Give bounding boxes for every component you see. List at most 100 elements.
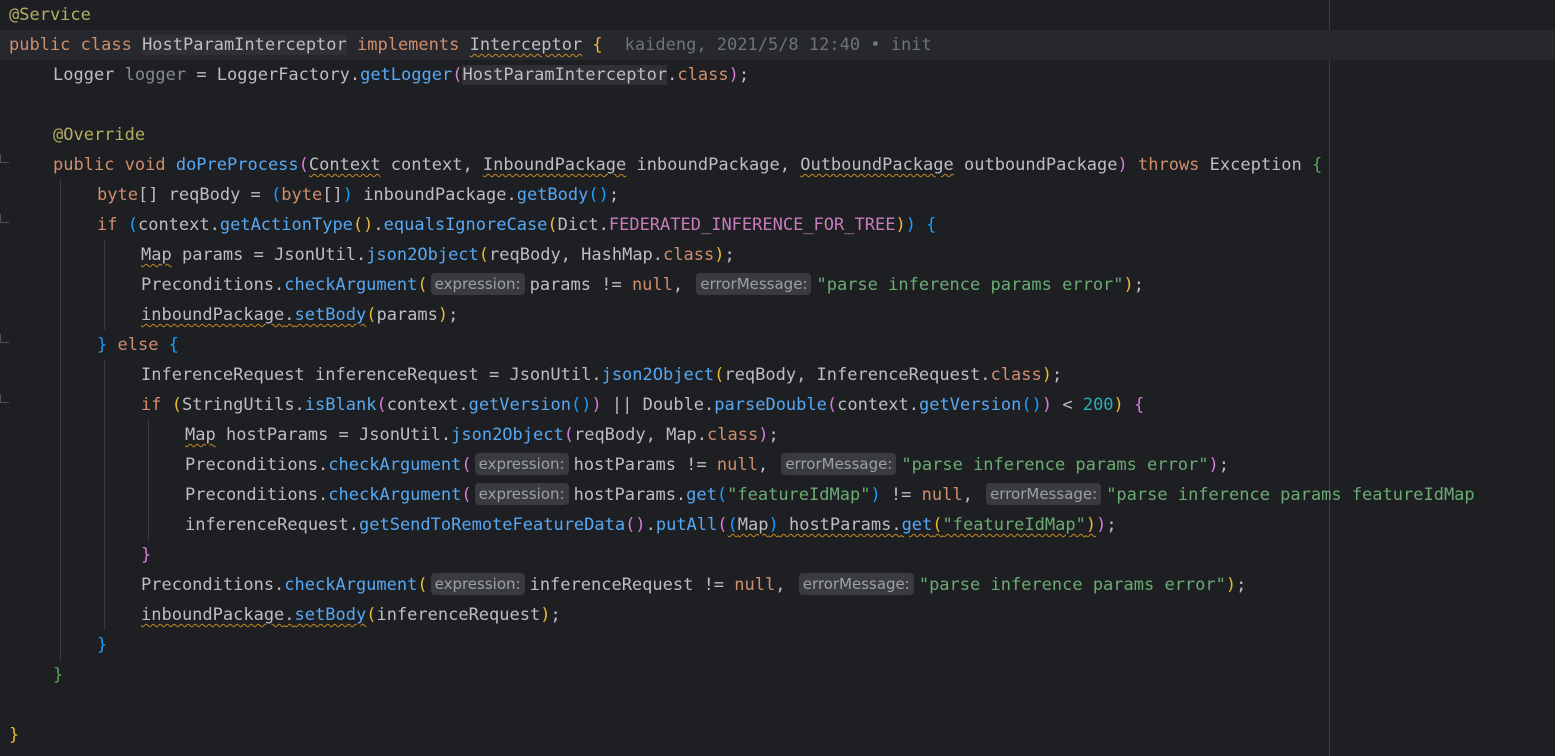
code-token: { <box>582 35 603 55</box>
code-token: 200 <box>1082 395 1114 415</box>
code-token: { <box>168 335 179 355</box>
code-token: OutboundPackage <box>800 155 954 175</box>
parameter-hint: errorMessage: <box>696 273 812 295</box>
indent-guide <box>104 420 105 450</box>
fold-marker-icon[interactable] <box>0 334 9 343</box>
code-token: ) <box>1041 395 1053 415</box>
code-line[interactable]: if (context.getActionType().equalsIgnore… <box>0 210 1555 240</box>
code-line[interactable]: Preconditions.checkArgument(expression: h… <box>0 480 1555 510</box>
indent-guide <box>60 330 61 360</box>
code-token: class <box>990 365 1042 385</box>
code-line[interactable]: InferenceRequest inferenceRequest = Json… <box>0 360 1555 390</box>
code-token: isBlank <box>304 395 377 415</box>
indent-guide <box>148 480 149 510</box>
code-line[interactable]: Preconditions.checkArgument(expression: h… <box>0 450 1555 480</box>
code-token: { <box>1123 395 1145 415</box>
indent-guide <box>104 360 105 390</box>
code-line[interactable] <box>0 690 1555 720</box>
code-token: inboundPackage, <box>626 155 801 175</box>
code-token: HostParamInterceptor <box>142 35 347 55</box>
code-text: @Service <box>9 0 91 30</box>
code-line[interactable]: inferenceRequest.getSendToRemoteFeatureD… <box>0 510 1555 540</box>
code-token: Exception <box>1209 155 1313 175</box>
code-token: context. <box>386 395 469 415</box>
code-line[interactable]: } else { <box>0 330 1555 360</box>
parameter-hint: errorMessage: <box>798 573 914 595</box>
code-line[interactable]: } <box>0 540 1555 570</box>
code-token: "featureIdMap" <box>942 515 1086 535</box>
git-blame-annotation[interactable]: kaideng, 2021/5/8 12:40 • init <box>625 35 932 55</box>
indent-guide <box>60 450 61 480</box>
code-line[interactable]: if (StringUtils.isBlank(context.getVersi… <box>0 390 1555 420</box>
code-token: if <box>97 215 128 235</box>
indent-guide <box>148 450 149 480</box>
code-text: @Override <box>53 120 145 150</box>
code-token: params <box>376 305 438 325</box>
code-token: Preconditions. <box>141 575 285 595</box>
indent-guide <box>104 510 105 540</box>
code-token: ( <box>714 365 725 385</box>
code-token: () <box>1021 395 1042 415</box>
code-token: "featureIdMap" <box>727 485 871 505</box>
code-token: . <box>667 65 678 85</box>
code-token: ( <box>826 395 838 415</box>
fold-marker-icon[interactable] <box>0 394 9 403</box>
code-token: byte <box>97 185 138 205</box>
code-line[interactable]: @Override <box>0 120 1555 150</box>
code-line[interactable]: } <box>0 720 1555 750</box>
code-token: outboundPackage <box>953 155 1118 175</box>
code-token: inboundPackage. <box>352 185 517 205</box>
code-text: if (StringUtils.isBlank(context.getVersi… <box>141 390 1144 420</box>
code-token: ( <box>366 305 377 325</box>
code-token: public class <box>9 35 143 55</box>
code-text: public void doPreProcess(Context context… <box>53 150 1322 180</box>
code-line[interactable]: Preconditions.checkArgument(expression: i… <box>0 570 1555 600</box>
code-token: @Override <box>53 125 146 145</box>
code-token: } <box>97 635 108 655</box>
code-line[interactable]: Logger logger = LoggerFactory.getLogger(… <box>0 60 1555 90</box>
code-line[interactable]: @Service <box>0 0 1555 30</box>
code-token: ; <box>768 425 779 445</box>
code-text: Logger logger = LoggerFactory.getLogger(… <box>53 60 749 90</box>
parameter-hint: errorMessage: <box>781 453 897 475</box>
code-line[interactable]: } <box>0 660 1555 690</box>
code-line[interactable]: public void doPreProcess(Context context… <box>0 150 1555 180</box>
code-token: ) <box>768 515 779 535</box>
indent-guide <box>104 240 105 270</box>
code-token: Interceptor <box>469 35 583 55</box>
indent-guide <box>104 540 105 570</box>
code-token: ( <box>271 185 282 205</box>
code-line[interactable]: inboundPackage.setBody(inferenceRequest)… <box>0 600 1555 630</box>
code-token: checkArgument <box>328 455 462 475</box>
indent-guide <box>60 540 61 570</box>
code-token: json2Object <box>601 365 715 385</box>
code-text: Preconditions.checkArgument(expression: p… <box>141 270 1144 300</box>
code-line[interactable]: Preconditions.checkArgument(expression: p… <box>0 270 1555 300</box>
code-line[interactable]: Map params = JsonUtil.json2Object(reqBod… <box>0 240 1555 270</box>
fold-marker-icon[interactable] <box>0 154 9 163</box>
indent-guide <box>60 390 61 420</box>
code-line[interactable]: public class HostParamInterceptor implem… <box>0 30 1555 60</box>
code-token: ( <box>452 65 463 85</box>
code-token: != <box>880 485 922 505</box>
code-token: checkArgument <box>328 485 462 505</box>
code-text: Map hostParams = JsonUtil.json2Object(re… <box>185 420 779 450</box>
code-token: ( <box>417 275 428 295</box>
code-token: setBody <box>294 605 367 625</box>
code-token: ( <box>376 395 387 415</box>
fold-marker-icon[interactable] <box>0 214 9 223</box>
code-line[interactable]: } <box>0 630 1555 660</box>
code-text: InferenceRequest inferenceRequest = Json… <box>141 360 1062 390</box>
code-line[interactable]: inboundPackage.setBody(params); <box>0 300 1555 330</box>
indent-guide <box>60 360 61 390</box>
code-editor[interactable]: @Service public class HostParamIntercepto… <box>0 0 1555 756</box>
indent-guide <box>104 390 105 420</box>
code-line[interactable] <box>0 90 1555 120</box>
code-token: null <box>921 485 963 505</box>
code-token: "parse inference params error" <box>901 455 1209 475</box>
code-token: json2Object <box>451 425 564 445</box>
code-token: ) <box>342 185 353 205</box>
code-token: setBody <box>294 305 367 325</box>
code-line[interactable]: Map hostParams = JsonUtil.json2Object(re… <box>0 420 1555 450</box>
code-line[interactable]: byte[] reqBody = (byte[]) inboundPackage… <box>0 180 1555 210</box>
